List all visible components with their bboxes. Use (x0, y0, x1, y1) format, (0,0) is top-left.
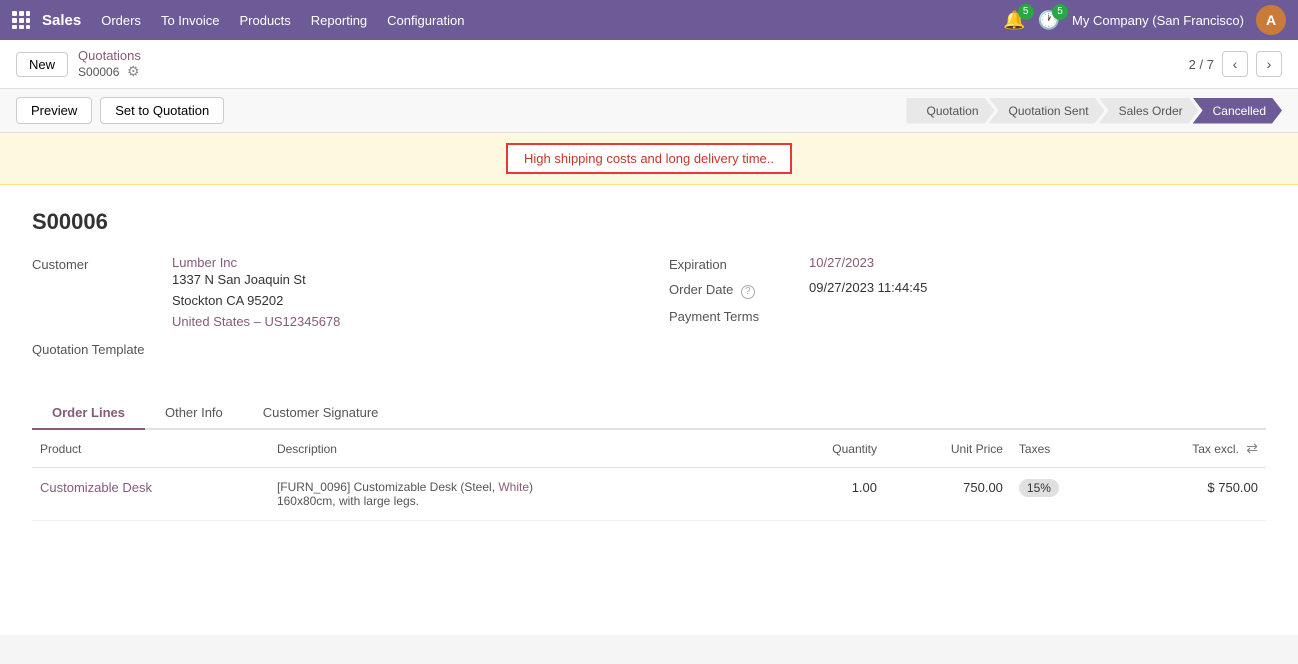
new-button[interactable]: New (16, 52, 68, 77)
nav-products[interactable]: Products (239, 9, 290, 32)
cell-tax-excl: $ 750.00 (1115, 468, 1266, 521)
avatar-initials: A (1266, 12, 1276, 28)
warning-box: High shipping costs and long delivery ti… (506, 143, 792, 174)
col-product: Product (32, 430, 269, 468)
quotation-template-field: Quotation Template (32, 340, 629, 357)
cell-description: [FURN_0096] Customizable Desk (Steel, Wh… (269, 468, 773, 521)
order-date-field: Order Date ? 09/27/2023 11:44:45 (669, 280, 1266, 299)
activity-clock[interactable]: 🕐 5 (1038, 10, 1060, 31)
next-record-button[interactable]: › (1256, 51, 1282, 77)
status-bar: Quotation Quotation Sent Sales Order Can… (906, 98, 1282, 124)
payment-terms-label: Payment Terms (669, 307, 809, 324)
breadcrumb-parent[interactable]: Quotations (78, 48, 141, 63)
customer-name[interactable]: Lumber Inc (172, 255, 340, 270)
status-sales-order[interactable]: Sales Order (1099, 98, 1199, 124)
app-name: Sales (42, 12, 81, 29)
expiration-value[interactable]: 10/27/2023 (809, 255, 874, 270)
main-content: S00006 Customer Lumber Inc 1337 N San Jo… (0, 185, 1298, 635)
action-toolbar: Preview Set to Quotation Quotation Quota… (0, 89, 1298, 133)
notifications-bell[interactable]: 🔔 5 (1003, 10, 1025, 31)
nav-to-invoice[interactable]: To Invoice (161, 9, 220, 32)
col-description: Description (269, 430, 773, 468)
warning-banner: High shipping costs and long delivery ti… (0, 133, 1298, 185)
col-unit-price: Unit Price (885, 430, 1011, 468)
tax-badge: 15% (1019, 479, 1059, 497)
order-date-label: Order Date ? (669, 280, 809, 299)
cell-unit-price: 750.00 (885, 468, 1011, 521)
page-nav: 2 / 7 (1189, 57, 1214, 72)
activity-count: 5 (1052, 4, 1068, 20)
tab-order-lines[interactable]: Order Lines (32, 397, 145, 430)
address-block: 1337 N San Joaquin St Stockton CA 95202 … (172, 270, 340, 332)
cell-quantity: 1.00 (773, 468, 885, 521)
form-left: Customer Lumber Inc 1337 N San Joaquin S… (32, 255, 629, 373)
cell-product: Customizable Desk (32, 468, 269, 521)
order-date-help-icon[interactable]: ? (741, 285, 755, 299)
product-table: Product Description Quantity Unit Price … (32, 430, 1266, 521)
preview-button[interactable]: Preview (16, 97, 92, 124)
expiration-label: Expiration (669, 255, 809, 272)
customer-label: Customer (32, 255, 172, 272)
prev-record-button[interactable]: ‹ (1222, 51, 1248, 77)
avatar[interactable]: A (1256, 5, 1286, 35)
description-detail: 160x80cm, with large legs. (277, 494, 765, 508)
order-number: S00006 (32, 209, 1266, 235)
col-quantity: Quantity (773, 430, 885, 468)
col-tax-excl: Tax excl. ⇄ (1115, 430, 1266, 468)
table-row: Customizable Desk [FURN_0096] Customizab… (32, 468, 1266, 521)
gear-icon[interactable]: ⚙ (127, 63, 140, 79)
status-cancelled[interactable]: Cancelled (1193, 98, 1282, 124)
form-grid: Customer Lumber Inc 1337 N San Joaquin S… (32, 255, 1266, 373)
quotation-template-label: Quotation Template (32, 340, 172, 357)
status-quotation[interactable]: Quotation (906, 98, 994, 124)
cell-taxes: 15% (1011, 468, 1115, 521)
expiration-field: Expiration 10/27/2023 (669, 255, 1266, 272)
nav-configuration[interactable]: Configuration (387, 9, 464, 32)
tab-other-info[interactable]: Other Info (145, 397, 243, 430)
address-line1: 1337 N San Joaquin St (172, 270, 340, 291)
tab-customer-signature[interactable]: Customer Signature (243, 397, 399, 430)
nav-orders[interactable]: Orders (101, 9, 141, 32)
page-total: 7 (1207, 57, 1214, 72)
customer-value: Lumber Inc 1337 N San Joaquin St Stockto… (172, 255, 340, 332)
description-link[interactable]: White (498, 480, 529, 494)
notification-count: 5 (1018, 4, 1034, 20)
address-line2: Stockton CA 95202 (172, 291, 340, 312)
tabs: Order Lines Other Info Customer Signatur… (32, 397, 1266, 430)
column-settings-icon[interactable]: ⇄ (1246, 440, 1258, 456)
order-date-value: 09/27/2023 11:44:45 (809, 280, 927, 295)
nav-items: Orders To Invoice Products Reporting Con… (101, 9, 1003, 32)
apps-icon[interactable] (12, 11, 30, 29)
breadcrumb: Quotations S00006 ⚙ (78, 48, 141, 80)
breadcrumb-right: 2 / 7 ‹ › (1189, 51, 1282, 77)
page-current: 2 (1189, 57, 1196, 72)
breadcrumb-left: New Quotations S00006 ⚙ (16, 48, 141, 80)
nav-right: 🔔 5 🕐 5 My Company (San Francisco) A (1003, 5, 1286, 35)
set-to-quotation-button[interactable]: Set to Quotation (100, 97, 224, 124)
table-header-row: Product Description Quantity Unit Price … (32, 430, 1266, 468)
address-line3[interactable]: United States – US12345678 (172, 312, 340, 333)
breadcrumb-current: S00006 (78, 65, 119, 79)
warning-message: High shipping costs and long delivery ti… (524, 151, 774, 166)
col-taxes: Taxes (1011, 430, 1115, 468)
breadcrumb-bar: New Quotations S00006 ⚙ 2 / 7 ‹ › (0, 40, 1298, 89)
action-buttons: Preview Set to Quotation (16, 97, 224, 124)
payment-terms-field: Payment Terms (669, 307, 1266, 324)
nav-reporting[interactable]: Reporting (311, 9, 367, 32)
company-name[interactable]: My Company (San Francisco) (1072, 13, 1244, 28)
status-quotation-sent[interactable]: Quotation Sent (989, 98, 1105, 124)
customer-field: Customer Lumber Inc 1337 N San Joaquin S… (32, 255, 629, 332)
top-navigation: Sales Orders To Invoice Products Reporti… (0, 0, 1298, 40)
form-right: Expiration 10/27/2023 Order Date ? 09/27… (669, 255, 1266, 373)
description-main: [FURN_0096] Customizable Desk (Steel, Wh… (277, 480, 765, 494)
product-name[interactable]: Customizable Desk (40, 480, 152, 495)
